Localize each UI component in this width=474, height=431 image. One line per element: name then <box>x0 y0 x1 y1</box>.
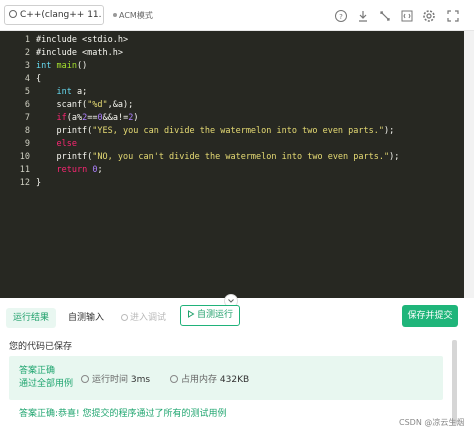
code-line[interactable]: 8 printf("YES, you can divide the waterm… <box>0 125 394 138</box>
mode-label: ACM模式 <box>119 11 153 20</box>
memory-label: 占用内存 <box>181 375 218 385</box>
code-line[interactable]: 2 #include <math.h> <box>0 47 123 60</box>
line-number: 7 <box>24 113 30 123</box>
code-text: #include <stdio.h> <box>36 35 129 45</box>
code-line[interactable]: 12} <box>0 177 41 190</box>
code-line[interactable]: 6 scanf("%d",&a); <box>0 99 133 112</box>
line-number: 8 <box>24 126 30 136</box>
result-summary-box: 答案正确 通过全部用例 运行时间 3ms 占用内存 432KB <box>9 356 443 400</box>
help-icon[interactable]: ? <box>334 8 348 22</box>
line-number: 3 <box>24 61 30 71</box>
code-text: { <box>36 74 42 84</box>
tab-debug-label: 进入调试 <box>130 313 167 323</box>
play-icon <box>187 310 195 318</box>
code-text: int main() <box>36 61 88 71</box>
line-number: 5 <box>24 87 30 97</box>
debug-icon <box>121 314 128 321</box>
line-number: 4 <box>24 74 30 84</box>
memory-usage: 占用内存 432KB <box>170 372 249 385</box>
code-line[interactable]: 9 else <box>0 138 77 151</box>
line-number: 10 <box>19 152 30 162</box>
code-line[interactable]: 4{ <box>0 73 41 86</box>
chevron-down-icon <box>228 299 234 303</box>
line-number: 11 <box>19 165 30 175</box>
code-text: int a; <box>56 87 88 97</box>
code-text: printf("YES, you can divide the watermel… <box>36 126 395 136</box>
tab-run-result[interactable]: 运行结果 <box>6 308 56 328</box>
language-label: C++(clang++ 11. <box>20 10 102 20</box>
run-time: 运行时间 3ms <box>81 372 150 385</box>
code-text: scanf("%d",&a); <box>36 100 134 110</box>
app-root: C++(clang++ 11. ACM模式 ? 1 #include <stdio… <box>0 0 474 431</box>
code-icon[interactable] <box>400 8 414 22</box>
dot-icon <box>113 13 117 17</box>
code-line[interactable]: 10 printf("NO, you can't divide the wate… <box>0 151 400 164</box>
code-text: if(a%2==0&&a!=2) <box>56 113 139 123</box>
code-text: } <box>36 178 42 188</box>
code-line[interactable]: 5 int a; <box>0 86 87 99</box>
download-icon[interactable] <box>356 8 370 22</box>
code-text: else <box>56 139 77 149</box>
acm-mode-tag: ACM模式 <box>113 10 153 21</box>
clock-icon <box>9 10 17 18</box>
memory-value: 432KB <box>219 375 250 385</box>
code-text: return 0; <box>56 165 103 175</box>
run-time-value: 3ms <box>130 375 151 385</box>
saved-status: 您的代码已保存 <box>9 342 73 352</box>
panel-scrollbar[interactable] <box>452 340 457 425</box>
svg-text:?: ? <box>339 13 343 21</box>
tab-self-input[interactable]: 自测输入 <box>68 308 104 328</box>
fullscreen-icon[interactable] <box>378 8 392 22</box>
language-select[interactable]: C++(clang++ 11. <box>4 5 104 25</box>
line-number: 2 <box>24 48 30 58</box>
code-line[interactable]: 3 int main() <box>0 60 87 73</box>
line-number: 12 <box>19 178 30 188</box>
code-text: printf("NO, you can't divide the waterme… <box>36 152 400 162</box>
clock-icon <box>81 375 89 383</box>
code-line[interactable]: 7 if(a%2==0&&a!=2) <box>0 112 139 125</box>
result-title: 答案正确 <box>19 366 56 376</box>
code-line[interactable]: 11 return 0; <box>0 164 103 177</box>
line-number: 9 <box>24 139 30 149</box>
run-time-label: 运行时间 <box>92 375 129 385</box>
result-subtitle: 通过全部用例 <box>19 379 74 389</box>
watermark: CSDN @凉云生烟 <box>399 418 465 427</box>
editor-scrollbar[interactable] <box>464 31 474 298</box>
tab-debug[interactable]: 进入调试 <box>121 308 166 328</box>
self-test-run-button[interactable]: 自测运行 <box>180 305 240 326</box>
editor-toolbar: C++(clang++ 11. ACM模式 ? <box>0 0 474 31</box>
self-test-label: 自测运行 <box>196 310 233 320</box>
code-line[interactable]: 1 #include <stdio.h> <box>0 34 128 47</box>
code-editor[interactable]: 1 #include <stdio.h> 2 #include <math.h> 3 in… <box>0 31 464 298</box>
memory-icon <box>170 375 178 383</box>
line-number: 6 <box>24 100 30 110</box>
save-submit-button[interactable]: 保存并提交 <box>402 305 458 327</box>
expand-icon[interactable] <box>446 8 460 22</box>
settings-icon[interactable] <box>422 8 436 22</box>
code-text: #include <math.h> <box>36 48 123 58</box>
line-number: 1 <box>24 35 30 45</box>
congrats-message: 答案正确:恭喜! 您提交的程序通过了所有的测试用例 <box>19 409 227 419</box>
